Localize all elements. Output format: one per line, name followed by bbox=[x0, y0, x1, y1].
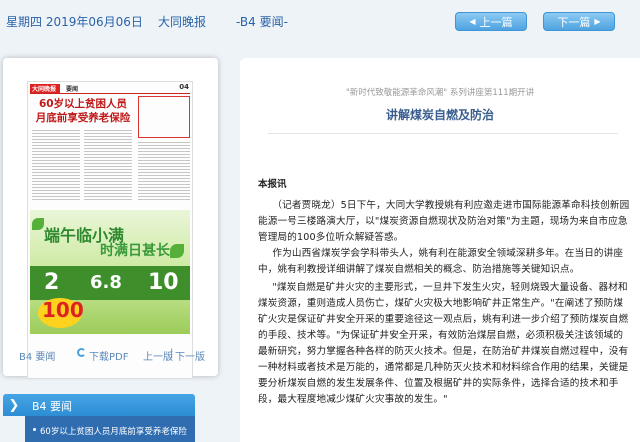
ad-number-2: 6.8 bbox=[90, 272, 122, 293]
thumb-text-column bbox=[138, 142, 190, 202]
link-separator: | bbox=[170, 348, 174, 359]
thumb-page-number: 04 bbox=[179, 83, 189, 91]
paper-name: 大同晚报 bbox=[158, 15, 207, 29]
thumb-redbox bbox=[138, 96, 190, 138]
thumb-text-column bbox=[32, 130, 80, 200]
article-title: 讲解煤炭自燃及防治 bbox=[385, 108, 494, 122]
thumb-text-column bbox=[84, 130, 132, 200]
section-title[interactable]: B4 要闻 bbox=[32, 398, 72, 414]
masthead-rule bbox=[30, 93, 190, 94]
article-paragraph: "煤炭自燃是矿井火灾的主要形式，一旦井下发生火灾，轻则烧毁大量设备、器材和煤炭资… bbox=[258, 282, 629, 405]
article-panel: "新时代致敬能源革命风潮" 系列讲座第111期开讲 讲解煤炭自燃及防治 本报讯 … bbox=[240, 58, 640, 442]
chevron-left-icon: ◀ bbox=[469, 17, 476, 26]
masthead-name: 大同晚报 bbox=[32, 86, 57, 93]
prev-article-label: 上一篇 bbox=[479, 15, 513, 29]
prev-article-button[interactable]: ◀ 上一篇 bbox=[455, 12, 527, 31]
section-article-item[interactable]: 60岁以上贫困人员月底前享受养老保险 bbox=[40, 425, 187, 437]
ad-badge-number: 100 bbox=[42, 298, 84, 322]
prev-page-link[interactable]: 上一版 bbox=[143, 348, 173, 363]
leaf-shape bbox=[170, 244, 184, 258]
page-thumbnail-panel: 大同晚报 要闻 04 60岁以上贫困人员 月底前享受养老保险 端午临小满 时满日… bbox=[3, 58, 218, 379]
ad-title-2: 时满日甚长 bbox=[100, 243, 170, 259]
thumb-headline-2[interactable]: 月底前享受养老保险 bbox=[32, 112, 134, 125]
next-article-label: 下一篇 bbox=[557, 15, 591, 29]
article-kicker: "新时代致敬能源革命风潮" 系列讲座第111期开讲 bbox=[345, 88, 535, 98]
chevron-right-icon: ❯ bbox=[8, 397, 20, 413]
leaf-shape bbox=[32, 218, 44, 230]
page-link[interactable]: B4 要闻 bbox=[19, 348, 55, 363]
thumb-advertisement[interactable]: 端午临小满 时满日甚长 2 6.8 10 100 bbox=[30, 210, 190, 334]
page-thumbnail[interactable]: 大同晚报 要闻 04 60岁以上贫困人员 月底前享受养老保险 端午临小满 时满日… bbox=[27, 81, 193, 379]
download-icon bbox=[77, 348, 86, 357]
article-paragraph: （记者贾晓龙）5日下午，大同大学教授姚有利应邀走进市国际能源革命科技创新园能源一… bbox=[258, 200, 630, 243]
page-label: -B4 要闻- bbox=[236, 15, 288, 29]
ad-number-1: 2 bbox=[44, 270, 60, 295]
page-links: B4 要闻 下载PDF 上一版 | 下一版 bbox=[19, 348, 209, 364]
thumb-headline-1[interactable]: 60岁以上贫困人员 bbox=[32, 98, 134, 111]
download-pdf-link[interactable]: 下载PDF bbox=[89, 348, 128, 363]
bullet-icon bbox=[33, 428, 36, 431]
next-article-button[interactable]: 下一篇 ▶ bbox=[543, 12, 615, 31]
title-divider bbox=[268, 133, 618, 134]
top-bar: 星期四 2019年06月06日 大同晚报 -B4 要闻- ◀ 上一篇 下一篇 ▶ bbox=[0, 0, 640, 44]
next-page-link[interactable]: 下一版 bbox=[175, 348, 205, 363]
issue-date: 星期四 2019年06月06日 bbox=[6, 15, 143, 29]
thumb-section: 要闻 bbox=[66, 86, 79, 93]
article-byline: 本报讯 bbox=[258, 179, 287, 190]
ad-number-3: 10 bbox=[148, 270, 179, 295]
chevron-right-icon: ▶ bbox=[594, 17, 601, 26]
article-paragraph: 作为山西省煤炭学会学科带头人，姚有利在能源安全领域深耕多年。在当日的讲座中，姚有… bbox=[258, 248, 624, 275]
